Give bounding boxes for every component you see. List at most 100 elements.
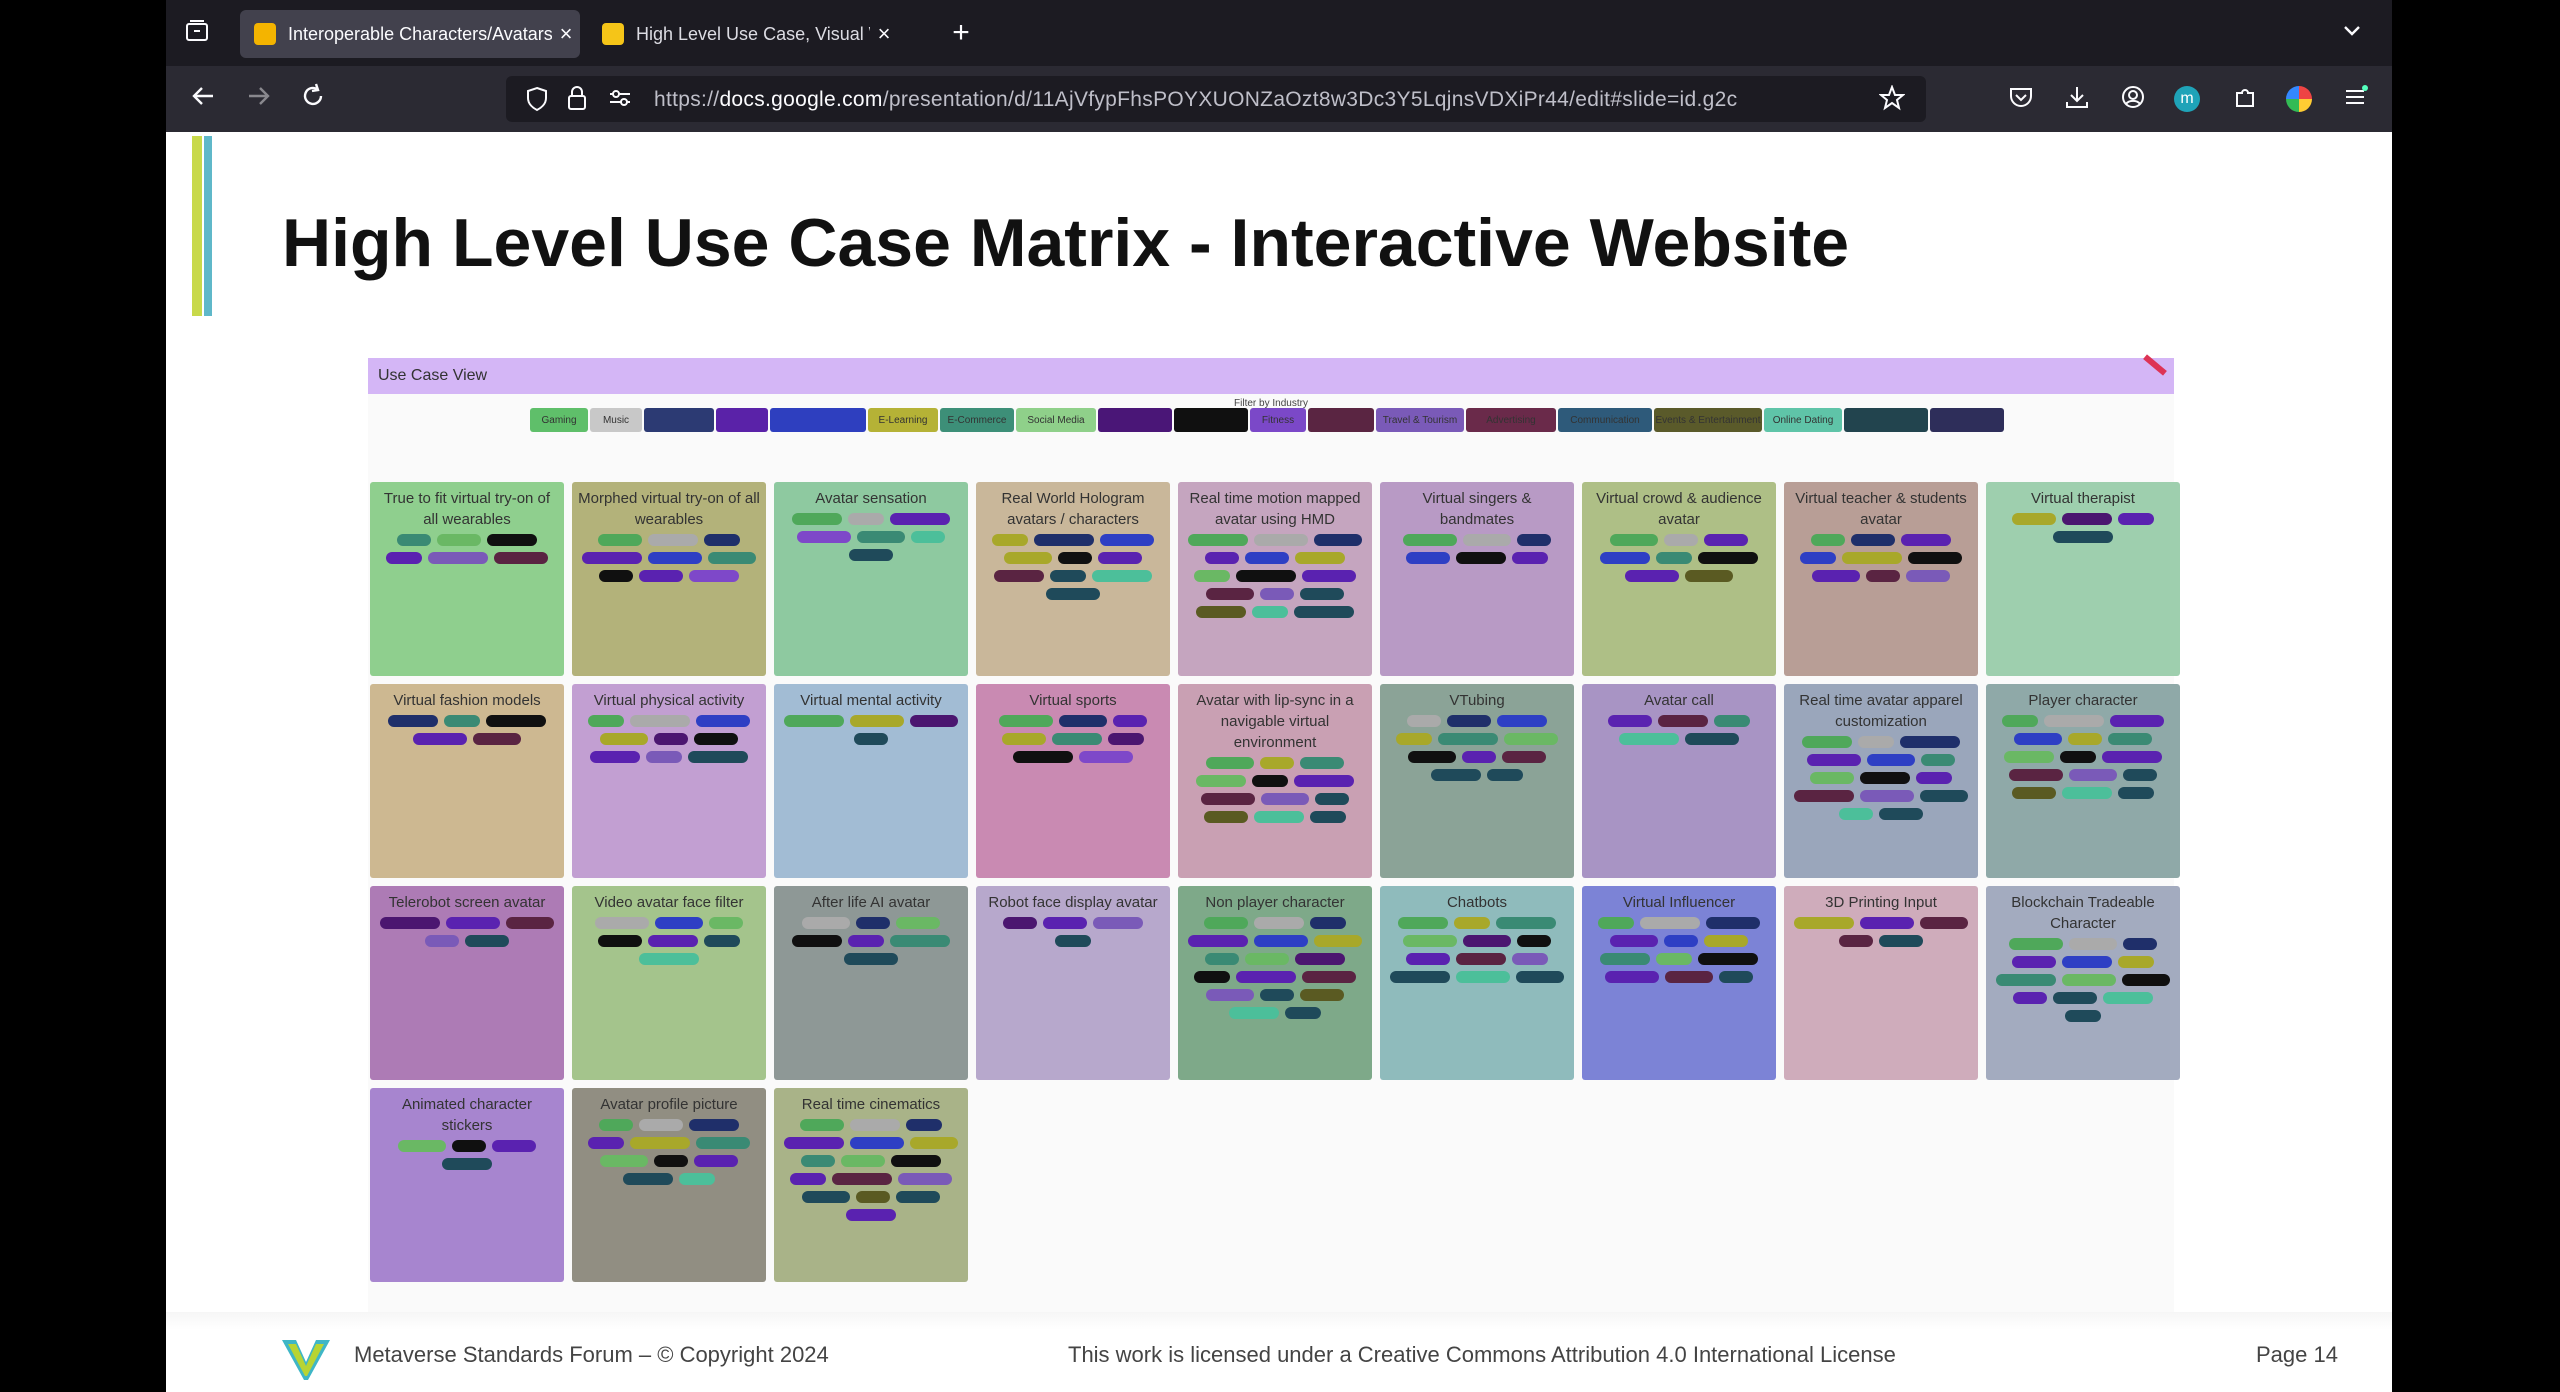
use-case-card[interactable]: Real time motion mapped avatar using HMD <box>1178 482 1372 676</box>
menu-hamburger-icon[interactable] <box>2340 84 2370 114</box>
bookmark-star-icon[interactable] <box>1878 84 1906 113</box>
extensions-puzzle-icon[interactable] <box>2230 84 2260 114</box>
industry-tag <box>2053 531 2113 543</box>
url-prefix: https:// <box>654 88 720 111</box>
tab-high-level-use-case[interactable]: High Level Use Case, Visual Wo × <box>588 10 898 58</box>
industry-tag <box>1504 733 1558 745</box>
use-case-card[interactable]: Virtual sports <box>976 684 1170 878</box>
use-case-card[interactable]: Avatar profile picture <box>572 1088 766 1282</box>
account-icon[interactable] <box>2118 84 2148 114</box>
filter-button[interactable]: Social Media <box>1016 408 1096 432</box>
industry-tag <box>2060 751 2096 763</box>
use-case-card[interactable]: Robot face display avatar <box>976 886 1170 1080</box>
use-case-card[interactable]: Morphed virtual try-on of all wearables <box>572 482 766 676</box>
download-icon[interactable] <box>2062 84 2092 114</box>
tab-interoperable-characters[interactable]: Interoperable Characters/Avatars × <box>240 10 580 58</box>
use-case-card[interactable]: Player character <box>1986 684 2180 878</box>
pocket-icon[interactable] <box>2006 84 2036 114</box>
url-text[interactable]: https://docs.google.com/presentation/d/1… <box>654 88 1784 112</box>
forward-arrow-icon[interactable] <box>242 82 276 116</box>
filter-button[interactable]: Gaming <box>530 408 588 432</box>
industry-tag <box>694 1155 738 1167</box>
industry-tag <box>1245 953 1289 965</box>
use-case-card[interactable]: Virtual therapist <box>1986 482 2180 676</box>
use-case-card[interactable]: Animated character stickers <box>370 1088 564 1282</box>
industry-tag <box>1800 552 1836 564</box>
industry-tag <box>1807 754 1861 766</box>
use-case-card[interactable]: Virtual crowd & audience avatar <box>1582 482 1776 676</box>
filter-button[interactable] <box>644 408 714 432</box>
industry-tag <box>1516 971 1564 983</box>
reload-icon[interactable] <box>296 82 330 116</box>
industry-tag <box>1704 935 1748 947</box>
industry-tag <box>1698 953 1758 965</box>
industry-tag <box>2108 733 2152 745</box>
use-case-card[interactable]: Real time cinematics <box>774 1088 968 1282</box>
filter-button[interactable]: Music <box>590 408 642 432</box>
industry-tag <box>473 733 521 745</box>
industry-tag <box>1900 736 1960 748</box>
industry-tag <box>1487 769 1523 781</box>
use-case-card[interactable]: VTubing <box>1380 684 1574 878</box>
footer-license[interactable]: This work is licensed under a Creative C… <box>1068 1342 1896 1368</box>
industry-tag-list <box>572 713 766 765</box>
filter-button[interactable]: E-Commerce <box>940 408 1014 432</box>
use-case-card[interactable]: Real time avatar apparel customization <box>1784 684 1978 878</box>
use-case-card[interactable]: After life AI avatar <box>774 886 968 1080</box>
filter-button[interactable]: Advertising <box>1466 408 1556 432</box>
filter-button[interactable]: Events & Entertainment <box>1654 408 1762 432</box>
use-case-card[interactable]: Virtual singers & bandmates <box>1380 482 1574 676</box>
industry-tag <box>2102 751 2162 763</box>
extension-colorful-icon[interactable] <box>2286 86 2312 112</box>
filter-button[interactable]: Travel & Tourism <box>1376 408 1464 432</box>
use-case-card[interactable]: 3D Printing Input <box>1784 886 1978 1080</box>
filter-button[interactable]: Fitness <box>1250 408 1306 432</box>
filter-button[interactable]: Online Dating <box>1764 408 1842 432</box>
industry-tag <box>1901 534 1951 546</box>
filter-button[interactable] <box>770 408 866 432</box>
permissions-icon[interactable] <box>606 86 634 112</box>
use-case-card[interactable]: Video avatar face filter <box>572 886 766 1080</box>
filter-button[interactable]: E-Learning <box>868 408 938 432</box>
use-case-card[interactable]: Chatbots <box>1380 886 1574 1080</box>
use-case-card[interactable]: Blockchain Tradeable Character <box>1986 886 2180 1080</box>
use-case-card[interactable]: Non player character <box>1178 886 1372 1080</box>
use-case-card[interactable]: True to fit virtual try-on of all wearab… <box>370 482 564 676</box>
close-tab-icon[interactable]: × <box>552 21 580 47</box>
industry-tag <box>1034 534 1094 546</box>
shield-icon[interactable] <box>524 86 550 112</box>
filter-button[interactable]: Communication <box>1558 408 1652 432</box>
use-case-card[interactable]: Avatar sensation <box>774 482 968 676</box>
filter-button[interactable] <box>1930 408 2004 432</box>
use-case-title: Virtual crowd & audience avatar <box>1596 490 1762 528</box>
use-case-card[interactable]: Virtual teacher & students avatar <box>1784 482 1978 676</box>
use-case-card[interactable]: Telerobot screen avatar <box>370 886 564 1080</box>
filter-button[interactable] <box>1174 408 1248 432</box>
profile-avatar-icon[interactable]: m <box>2174 86 2200 112</box>
filter-button[interactable] <box>1098 408 1172 432</box>
miro-favicon-icon <box>602 23 624 45</box>
industry-tag <box>413 733 467 745</box>
lock-icon[interactable] <box>564 85 590 113</box>
close-tab-icon[interactable]: × <box>870 21 898 47</box>
use-case-card[interactable]: Real World Hologram avatars / characters <box>976 482 1170 676</box>
use-case-card[interactable]: Virtual physical activity <box>572 684 766 878</box>
pencil-icon[interactable] <box>2143 354 2167 376</box>
url-bar[interactable]: https://docs.google.com/presentation/d/1… <box>506 76 1926 122</box>
industry-tag <box>623 1173 673 1185</box>
industry-tag <box>1406 552 1450 564</box>
filter-button[interactable] <box>716 408 768 432</box>
use-case-card[interactable]: Virtual mental activity <box>774 684 968 878</box>
industry-tag <box>1665 971 1713 983</box>
tab-overview-icon[interactable] <box>182 18 212 48</box>
back-arrow-icon[interactable] <box>186 82 220 116</box>
use-case-card[interactable]: Avatar call <box>1582 684 1776 878</box>
filter-button[interactable] <box>1844 408 1928 432</box>
industry-tag <box>1236 971 1296 983</box>
tab-list-chevron-down-icon[interactable] <box>2336 18 2368 48</box>
filter-button[interactable] <box>1308 408 1374 432</box>
use-case-card[interactable]: Avatar with lip-sync in a navigable virt… <box>1178 684 1372 878</box>
use-case-card[interactable]: Virtual Influencer <box>1582 886 1776 1080</box>
use-case-card[interactable]: Virtual fashion models <box>370 684 564 878</box>
new-tab-plus-icon[interactable]: + <box>944 16 978 50</box>
